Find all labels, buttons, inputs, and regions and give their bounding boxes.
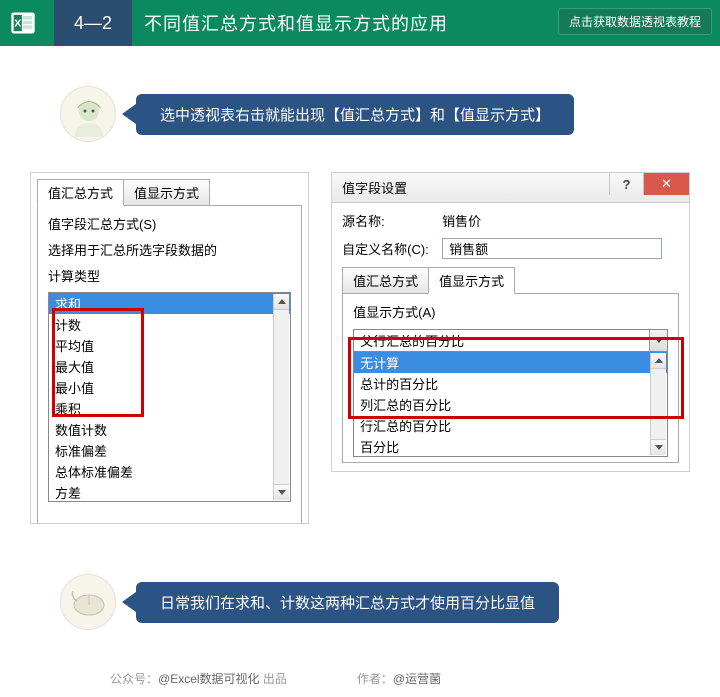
calc-type-listbox[interactable]: 求和 计数 平均值 最大值 最小值 乘积 数值计数 标准偏差 总体标准偏差 方差… [48, 292, 291, 502]
display-method-label: 值显示方式(A) [353, 302, 668, 321]
dialog-title: 值字段设置 [342, 178, 407, 197]
tab-summary-method-right[interactable]: 值汇总方式 [342, 267, 429, 294]
value-summary-panel: 值汇总方式 值显示方式 值字段汇总方式(S) 选择用于汇总所选字段数据的 计算类… [30, 172, 309, 524]
chevron-down-icon[interactable] [649, 330, 667, 351]
scroll-down-icon[interactable] [274, 484, 289, 500]
tab-display-method-right[interactable]: 值显示方式 [428, 267, 515, 294]
page-footer: 公众号：@Excel数据可视化 出品 作者：@运营菌 [0, 660, 720, 697]
list-item[interactable]: 平均值 [49, 335, 290, 356]
avatar-girl-icon [60, 86, 116, 142]
summary-heading: 值字段汇总方式(S) [48, 214, 291, 233]
tabpage-left: 值字段汇总方式(S) 选择用于汇总所选字段数据的 计算类型 求和 计数 平均值 … [37, 205, 302, 524]
custom-name-input[interactable] [442, 238, 662, 259]
list-item[interactable]: 标准偏差 [49, 440, 290, 461]
footer-account-name: @Excel数据可视化 [158, 672, 260, 686]
dialog-titlebar: 值字段设置 ? ✕ [332, 173, 689, 203]
help-button[interactable]: ? [609, 173, 643, 195]
bubble-arrow-icon [122, 592, 136, 612]
list-item[interactable]: 方差 [49, 482, 290, 502]
list-item[interactable]: 行汇总的百分比 [354, 415, 667, 436]
bubble-arrow-icon [122, 104, 136, 124]
footer-left-suffix: 出品 [260, 672, 287, 686]
source-name-label: 源名称: [342, 211, 442, 230]
chapter-number: 4—2 [54, 0, 132, 46]
callout-row-2: 日常我们在求和、计数这两种汇总方式才使用百分比显值 [60, 574, 720, 630]
tabbar-left: 值汇总方式 值显示方式 [37, 179, 308, 206]
list-item[interactable]: 求和 [49, 293, 290, 314]
excel-icon: X [0, 0, 46, 46]
scroll-up-icon[interactable] [651, 353, 666, 369]
avatar-mouse-icon [60, 574, 116, 630]
close-button[interactable]: ✕ [643, 173, 689, 195]
display-method-listbox[interactable]: 无计算 总计的百分比 列汇总的百分比 行汇总的百分比 百分比 父行汇总的百分比 [353, 351, 668, 457]
list-item[interactable]: 最大值 [49, 356, 290, 377]
list-item[interactable]: 列汇总的百分比 [354, 394, 667, 415]
tabpage-right: 值显示方式(A) 父行汇总的百分比 无计算 总计的百分比 列汇总的百分比 行汇总… [342, 293, 679, 463]
page-header: X 4—2 不同值汇总方式和值显示方式的应用 点击获取数据透视表教程 [0, 0, 720, 46]
callout-bubble-1: 选中透视表右击就能出现【值汇总方式】和【值显示方式】 [136, 94, 574, 135]
custom-name-label: 自定义名称(C): [342, 239, 442, 258]
tutorial-link-button[interactable]: 点击获取数据透视表教程 [558, 8, 712, 35]
tab-display-method[interactable]: 值显示方式 [123, 179, 210, 206]
scrollbar[interactable] [273, 294, 289, 500]
footer-right-prefix: 作者： [357, 672, 393, 686]
scroll-up-icon[interactable] [274, 294, 289, 310]
scroll-down-icon[interactable] [651, 439, 666, 455]
footer-left-prefix: 公众号： [110, 672, 158, 686]
svg-text:X: X [14, 18, 21, 30]
list-item[interactable]: 数值计数 [49, 419, 290, 440]
tabbar-right: 值汇总方式 值显示方式 [342, 267, 679, 294]
list-item[interactable]: 百分比 [354, 436, 667, 457]
list-item[interactable]: 总体标准偏差 [49, 461, 290, 482]
scrollbar[interactable] [650, 353, 666, 455]
source-name-value: 销售价 [442, 211, 481, 230]
footer-author-name: @运营菌 [393, 672, 441, 686]
callout-row-1: 选中透视表右击就能出现【值汇总方式】和【值显示方式】 [60, 86, 720, 142]
combo-value: 父行汇总的百分比 [354, 330, 649, 351]
list-item[interactable]: 乘积 [49, 398, 290, 419]
value-field-settings-dialog: 值字段设置 ? ✕ 源名称: 销售价 自定义名称(C): 值汇总方式 值显示方式… [331, 172, 690, 472]
screenshots-area: 值汇总方式 值显示方式 值字段汇总方式(S) 选择用于汇总所选字段数据的 计算类… [0, 172, 720, 524]
callout-bubble-2: 日常我们在求和、计数这两种汇总方式才使用百分比显值 [136, 582, 559, 623]
summary-help: 选择用于汇总所选字段数据的 [48, 241, 291, 261]
list-label: 计算类型 [48, 267, 291, 287]
display-method-combo[interactable]: 父行汇总的百分比 [353, 329, 668, 352]
list-item[interactable]: 计数 [49, 314, 290, 335]
dialog-body: 源名称: 销售价 自定义名称(C): 值汇总方式 值显示方式 值显示方式(A) … [332, 203, 689, 471]
list-item[interactable]: 最小值 [49, 377, 290, 398]
list-item[interactable]: 无计算 [354, 352, 667, 373]
tab-summary-method[interactable]: 值汇总方式 [37, 179, 124, 206]
list-item[interactable]: 总计的百分比 [354, 373, 667, 394]
